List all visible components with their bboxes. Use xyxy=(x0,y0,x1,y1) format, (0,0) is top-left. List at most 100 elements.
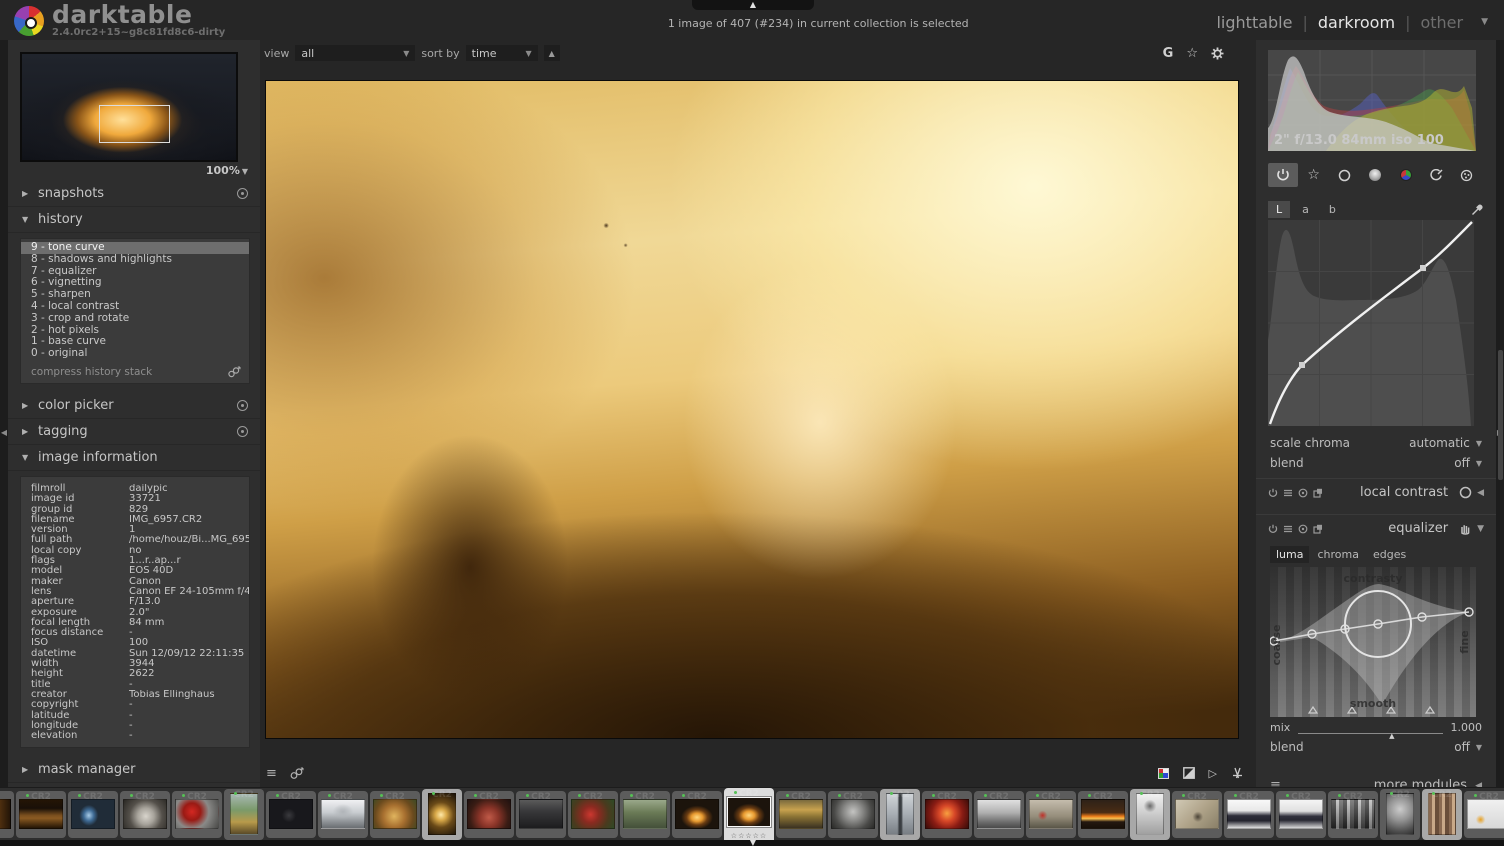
equalizer-tab-luma[interactable]: luma xyxy=(1270,546,1309,563)
thumb-star-light[interactable]: CR2 xyxy=(422,789,462,840)
group-favorites-icon[interactable]: ☆ xyxy=(1299,163,1329,187)
module-reset-icon[interactable] xyxy=(1298,488,1308,498)
view-filter-dropdown[interactable]: all ▼ xyxy=(295,45,415,61)
thumb-snowy-tree[interactable]: CR2 xyxy=(318,791,368,838)
blend-mask-icon[interactable] xyxy=(1459,486,1472,499)
view-lighttable[interactable]: lighttable xyxy=(1216,13,1292,32)
tone-curve-tab-b[interactable]: b xyxy=(1321,201,1344,218)
favorite-star-icon[interactable]: ☆ xyxy=(1186,47,1198,60)
thumb-red-valve[interactable]: CR2 xyxy=(172,791,222,838)
darkroom-canvas[interactable] xyxy=(260,64,1256,759)
module-power-icon[interactable] xyxy=(1268,488,1278,498)
thumb-plate-dessert[interactable]: CR2 xyxy=(120,791,170,838)
thumb-santa-figure[interactable]: CR2 xyxy=(1026,791,1076,838)
top-panel-collapse-tab[interactable]: ▲ xyxy=(692,0,814,10)
collapse-left-panel-icon[interactable]: ◀ xyxy=(0,428,8,437)
mix-slider-track[interactable]: ▲ xyxy=(1298,724,1442,734)
thumb-forest[interactable]: CR2 xyxy=(1422,789,1462,840)
presets-icon[interactable] xyxy=(237,188,248,199)
equalizer-tab-edges[interactable]: edges xyxy=(1367,546,1412,563)
group-color-icon[interactable] xyxy=(1391,163,1421,187)
navigation-viewport-rect[interactable] xyxy=(99,105,170,143)
presets-icon[interactable] xyxy=(237,426,248,437)
zoom-level[interactable]: 100%▼ xyxy=(20,162,250,181)
sort-direction-button[interactable]: ▲ xyxy=(544,45,560,61)
history-item[interactable]: 0 - original xyxy=(21,348,249,360)
section-tagging[interactable]: ▶ tagging xyxy=(8,419,260,445)
thumb-blue-bottle[interactable]: CR2 xyxy=(68,791,118,838)
thumb-bw-powerlines[interactable]: CR2 xyxy=(974,791,1024,838)
history-item[interactable]: 3 - crop and rotate xyxy=(21,313,249,325)
color-picker-icon[interactable] xyxy=(1471,203,1484,216)
module-power-icon[interactable] xyxy=(1268,524,1278,534)
view-darkroom[interactable]: darkroom xyxy=(1318,13,1395,32)
thumb-edge-partial[interactable]: CR2 xyxy=(0,791,14,838)
thumb-christmas[interactable]: CR2 xyxy=(568,791,618,838)
section-snapshots[interactable]: ▶ snapshots xyxy=(8,181,260,207)
section-color-picker[interactable]: ▶ color picker xyxy=(8,393,260,419)
gear-icon[interactable] xyxy=(1211,47,1224,60)
thumb-tea-cups[interactable]: CR2 xyxy=(464,791,514,838)
history-item[interactable]: 8 - shadows and highlights xyxy=(21,254,249,266)
equalizer-graph[interactable]: contrasty smooth coarse fine xyxy=(1270,567,1476,717)
module-equalizer[interactable]: equalizer ▼ xyxy=(1256,514,1496,542)
overexposed-icon[interactable] xyxy=(1183,767,1195,779)
group-effects-icon[interactable] xyxy=(1452,163,1482,187)
drawn-mask-hand-icon[interactable] xyxy=(1459,522,1472,535)
thumb-workshop[interactable]: CR2 xyxy=(776,791,826,838)
hamburger-icon[interactable]: ≡ xyxy=(1270,778,1281,787)
view-other[interactable]: other xyxy=(1420,13,1463,32)
module-instance-icon[interactable] xyxy=(1313,524,1323,534)
thumb-antenna-tower[interactable]: CR2 xyxy=(880,789,920,840)
filmstrip-collapse-tab[interactable]: ▼ xyxy=(738,838,768,846)
thumb-dark-scene[interactable]: CR2 xyxy=(516,791,566,838)
presets-icon[interactable] xyxy=(237,400,248,411)
navigation-preview[interactable] xyxy=(20,52,238,162)
thumb-camera-lens[interactable]: CR2 xyxy=(266,791,316,838)
tone-curve-blend-row[interactable]: blend off ▼ xyxy=(1270,456,1482,470)
section-image-information[interactable]: ▼ image information xyxy=(8,445,260,471)
history-item[interactable]: 4 - local contrast xyxy=(21,301,249,313)
thumb-edge-partial-right[interactable]: CR2 xyxy=(1464,791,1504,838)
module-presets-icon[interactable] xyxy=(1283,524,1293,534)
thumb-martini-glass[interactable]: CR2 xyxy=(1130,789,1170,840)
tone-curve-graph[interactable] xyxy=(1268,220,1484,430)
thumb-fire-glow-selected[interactable]: CR2☆☆☆☆☆ xyxy=(724,788,774,841)
right-panel-scrollbar[interactable] xyxy=(1498,350,1503,480)
group-basic-icon[interactable] xyxy=(1329,163,1359,187)
module-local-contrast[interactable]: local contrast ◀ xyxy=(1256,478,1496,506)
filmstrip[interactable]: CR2CR2CR2CR2CR2CR2CR2CR2CR2CR2CR2CR2CR2C… xyxy=(0,787,1504,840)
sort-dropdown[interactable]: time ▼ xyxy=(466,45,538,61)
thumb-red-candle[interactable]: CR2 xyxy=(922,791,972,838)
thumb-sunset[interactable]: CR2 xyxy=(1078,791,1128,838)
equalizer-blend-row[interactable]: blend off ▼ xyxy=(1270,740,1482,754)
compress-history-icon[interactable] xyxy=(227,366,241,378)
group-correction-icon[interactable] xyxy=(1421,163,1451,187)
thumb-camera-row[interactable]: CR2 xyxy=(1224,791,1274,838)
softproof-icon[interactable]: ▷ xyxy=(1209,767,1217,780)
group-tone-icon[interactable] xyxy=(1360,163,1390,187)
section-mask-manager[interactable]: ▶ mask manager xyxy=(8,757,260,783)
equalizer-tab-chroma[interactable]: chroma xyxy=(1311,546,1365,563)
section-history[interactable]: ▼ history xyxy=(8,207,260,233)
more-modules-row[interactable]: ≡ more modules ◀ xyxy=(1256,768,1496,787)
thumb-cable-ground[interactable]: CR2 xyxy=(1172,791,1222,838)
thumb-pine-cones[interactable]: CR2 xyxy=(370,791,420,838)
thumb-camera-row-2[interactable]: CR2 xyxy=(1276,791,1326,838)
tone-curve-tab-L[interactable]: L xyxy=(1268,201,1290,218)
main-photo[interactable] xyxy=(265,80,1239,739)
histogram[interactable]: 2" f/13.0 84mm iso 100 xyxy=(1268,50,1484,155)
filmstrip-menu-icon[interactable]: ≡ xyxy=(266,766,277,781)
mix-slider[interactable]: mix ▲ 1.000 xyxy=(1270,721,1482,734)
thumb-garden-figure[interactable]: CR2 xyxy=(620,791,670,838)
thumb-metal-figure[interactable]: CR2 xyxy=(828,791,878,838)
gamut-check-icon[interactable] xyxy=(1231,767,1244,779)
guide-lines-icon[interactable]: G xyxy=(1163,47,1174,60)
view-dropdown-icon[interactable]: ▼ xyxy=(1481,17,1488,27)
raw-overexposed-icon[interactable] xyxy=(1158,768,1169,779)
thumb-amber-bottles[interactable]: CR2 xyxy=(16,791,66,838)
thumb-bw-bottles[interactable]: CR2 xyxy=(1328,791,1378,838)
module-instance-icon[interactable] xyxy=(1313,488,1323,498)
module-reset-icon[interactable] xyxy=(1298,524,1308,534)
compress-history-button[interactable]: compress history stack xyxy=(31,366,152,378)
